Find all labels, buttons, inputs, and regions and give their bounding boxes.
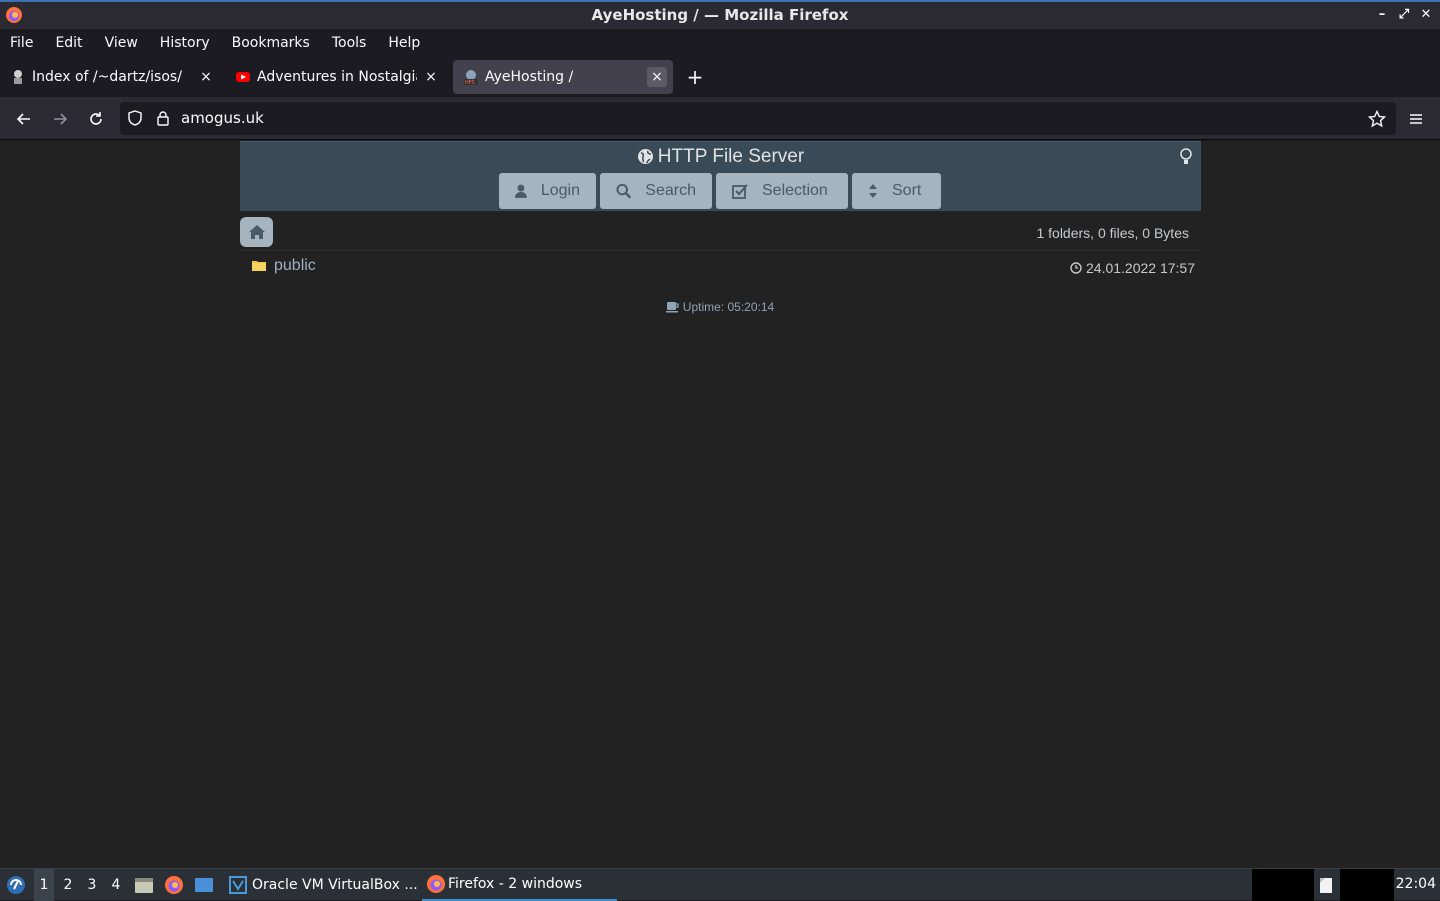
lightbulb-icon[interactable] xyxy=(1179,148,1193,166)
arrow-right-icon xyxy=(54,113,68,125)
clock[interactable]: 22:04 xyxy=(1396,876,1436,892)
clipboard-tray-button[interactable] xyxy=(1316,869,1336,901)
menu-file[interactable]: File xyxy=(10,35,33,51)
tab-close-icon[interactable]: × xyxy=(647,67,667,87)
menu-bar: File Edit View History Bookmarks Tools H… xyxy=(0,29,1440,57)
tray-area xyxy=(1252,869,1314,901)
login-button[interactable]: Login xyxy=(499,173,596,209)
folder-icon xyxy=(252,261,266,271)
start-menu-button[interactable] xyxy=(4,869,28,901)
tab-label: Adventures in Nostalgia xyxy=(257,69,417,85)
hamburger-menu-icon xyxy=(1410,114,1422,124)
list-item[interactable]: public 24.01.2022 17:57 xyxy=(240,253,1201,283)
show-desktop-launcher[interactable] xyxy=(194,869,214,901)
file-manager-icon xyxy=(135,878,153,893)
login-label: Login xyxy=(540,182,580,199)
page-title-text: HTTP File Server xyxy=(657,146,805,167)
clock-icon xyxy=(1070,262,1082,274)
folder-bar: 1 folders, 0 files, 0 Bytes xyxy=(240,217,1201,251)
workspace-3[interactable]: 3 xyxy=(82,869,102,901)
arrow-left-icon xyxy=(16,113,30,125)
lxqt-logo-icon xyxy=(7,876,25,894)
sort-label: Sort xyxy=(892,182,922,199)
navigation-bar: amogus.uk xyxy=(0,97,1440,140)
back-button[interactable] xyxy=(11,106,37,132)
menu-history[interactable]: History xyxy=(160,35,210,51)
hfs-header: HTTP File Server Login Search Selection … xyxy=(240,141,1201,211)
user-icon xyxy=(515,184,527,198)
desktop-icon xyxy=(195,878,213,892)
close-icon[interactable]: ✕ xyxy=(1420,6,1432,24)
tab-adventures-nostalgia[interactable]: Adventures in Nostalgia × xyxy=(225,60,447,94)
workspace-4[interactable]: 4 xyxy=(106,869,126,901)
file-name-link[interactable]: public xyxy=(274,257,316,275)
reload-button[interactable] xyxy=(83,106,109,132)
url-text[interactable]: amogus.uk xyxy=(181,109,264,127)
selection-label: Selection xyxy=(762,182,828,199)
minimize-icon[interactable]: – xyxy=(1376,6,1388,24)
star-icon xyxy=(1368,110,1386,128)
tab-label: Index of /~dartz/isos/ xyxy=(32,69,182,85)
svg-text:HFS: HFS xyxy=(465,80,475,85)
tray-area xyxy=(1340,869,1394,901)
tab-bar: Index of /~dartz/isos/ × Adventures in N… xyxy=(0,57,1440,97)
hfs-favicon-icon: HFS xyxy=(464,70,478,85)
reload-icon xyxy=(90,112,102,125)
app-menu-button[interactable] xyxy=(1403,106,1429,132)
search-icon xyxy=(616,183,632,199)
url-bar[interactable]: amogus.uk xyxy=(120,102,1396,135)
search-label: Search xyxy=(645,182,696,199)
file-manager-launcher[interactable] xyxy=(134,869,154,901)
selection-button[interactable]: Selection xyxy=(716,173,848,209)
sort-icon xyxy=(869,184,877,198)
globe-icon xyxy=(637,149,653,164)
menu-tools[interactable]: Tools xyxy=(332,35,367,51)
new-tab-button[interactable]: + xyxy=(684,64,706,90)
home-icon xyxy=(248,225,265,239)
tab-index-dartz[interactable]: Index of /~dartz/isos/ × xyxy=(0,60,222,94)
sort-button[interactable]: Sort xyxy=(852,173,941,209)
file-date: 24.01.2022 17:57 xyxy=(1070,260,1195,276)
menu-help[interactable]: Help xyxy=(388,35,420,51)
workspace-2[interactable]: 2 xyxy=(58,869,78,901)
server-favicon-icon xyxy=(14,70,22,84)
task-label: Firefox - 2 windows xyxy=(448,876,583,892)
coffee-icon xyxy=(665,302,679,313)
maximize-icon[interactable]: ⤢ xyxy=(1398,6,1410,24)
shield-icon[interactable] xyxy=(127,110,143,126)
menu-bookmarks[interactable]: Bookmarks xyxy=(232,35,310,51)
page-content: HTTP File Server Login Search Selection … xyxy=(0,141,1440,868)
workspace-1[interactable]: 1 xyxy=(34,869,54,901)
home-button[interactable] xyxy=(240,217,273,247)
forward-button[interactable] xyxy=(47,106,73,132)
page-title: HTTP File Server xyxy=(240,146,1201,168)
file-date-text: 24.01.2022 17:57 xyxy=(1086,260,1195,276)
folder-stats: 1 folders, 0 files, 0 Bytes xyxy=(1036,225,1189,241)
uptime-status: Uptime: 05:20:14 xyxy=(0,300,1440,314)
clipboard-icon xyxy=(1320,878,1332,893)
firefox-icon xyxy=(165,876,183,894)
tab-label: AyeHosting / xyxy=(485,69,574,85)
tab-close-icon[interactable]: × xyxy=(196,67,216,87)
window-title: AyeHosting / — Mozilla Firefox xyxy=(591,6,849,24)
window-titlebar: AyeHosting / — Mozilla Firefox – ⤢ ✕ xyxy=(0,0,1440,29)
task-label: Oracle VM VirtualBox ... xyxy=(252,877,418,893)
task-firefox[interactable]: Firefox - 2 windows xyxy=(422,869,617,901)
tab-close-icon[interactable]: × xyxy=(421,67,441,87)
bookmark-star-button[interactable] xyxy=(1364,106,1390,132)
virtualbox-icon xyxy=(229,876,247,894)
task-virtualbox[interactable]: Oracle VM VirtualBox ... xyxy=(224,869,418,901)
firefox-launcher[interactable] xyxy=(164,869,184,901)
menu-view[interactable]: View xyxy=(105,35,138,51)
tab-ayehosting[interactable]: HFS AyeHosting / × xyxy=(453,60,673,94)
taskbar: 1 2 3 4 Oracle VM VirtualBox ... Firefox… xyxy=(0,868,1440,901)
firefox-icon xyxy=(427,875,445,893)
search-button[interactable]: Search xyxy=(600,173,712,209)
uptime-text: Uptime: 05:20:14 xyxy=(682,300,775,314)
lock-icon[interactable] xyxy=(155,110,171,126)
menu-edit[interactable]: Edit xyxy=(55,35,82,51)
youtube-favicon-icon xyxy=(236,72,250,82)
checkbox-icon xyxy=(732,184,748,199)
